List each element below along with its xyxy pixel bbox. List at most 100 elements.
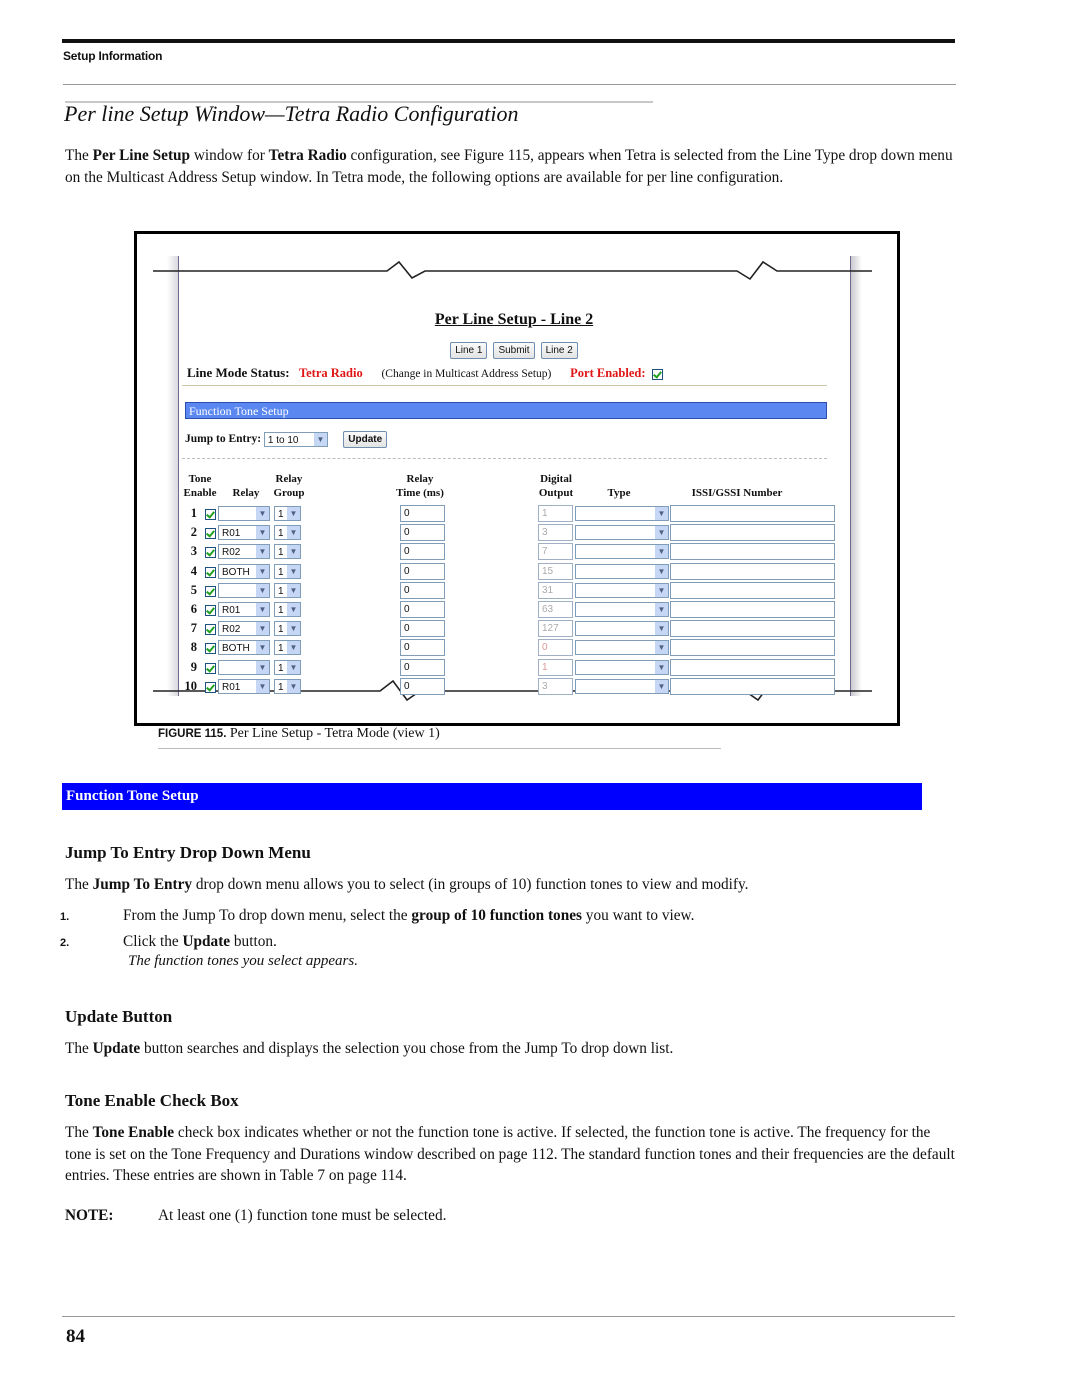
relay-group-select[interactable]: 1 ▼: [274, 678, 301, 694]
table-row: 2 R01 ▼ 1 ▼ 0 3 ▼: [180, 524, 840, 543]
tone-enable-checkbox[interactable]: [205, 605, 216, 616]
line-mode-label: Line Mode Status:: [187, 365, 290, 380]
tone-enable-checkbox[interactable]: [205, 662, 216, 674]
relay-time-input[interactable]: 0: [400, 601, 445, 618]
relay-group-select[interactable]: 1 ▼: [274, 525, 301, 541]
relay-select[interactable]: BOTH ▼: [218, 563, 270, 579]
chevron-down-icon: ▼: [256, 679, 269, 693]
type-select[interactable]: ▼: [575, 659, 669, 675]
tone-enable-checkbox[interactable]: [205, 547, 216, 559]
col-digital-output: Digital Output: [538, 473, 574, 499]
table-row: 9 ▼ 1 ▼ 0 1 ▼: [180, 658, 840, 678]
digital-output-input[interactable]: 31: [538, 581, 573, 599]
chevron-down-icon: ▼: [287, 545, 300, 559]
line1-button[interactable]: Line 1: [450, 342, 488, 359]
type-select[interactable]: ▼: [575, 602, 669, 617]
table-row: 6 R01 ▼ 1 ▼ 0 63 ▼: [180, 601, 840, 620]
col-relay-time: Relay Time (ms): [396, 473, 444, 499]
issi-gssi-input[interactable]: [670, 677, 835, 695]
port-enabled-checkbox[interactable]: [651, 368, 663, 380]
line2-button[interactable]: Line 2: [540, 342, 578, 359]
figure-caption: FIGURE 115. Per Line Setup - Tetra Mode …: [158, 726, 440, 741]
break-line-top: [153, 260, 872, 281]
jump-to-entry-row: Jump to Entry: 1 to 10 ▼ Update: [185, 431, 388, 448]
relay-group-select[interactable]: 1 ▼: [274, 582, 301, 598]
chevron-down-icon: ▼: [655, 564, 668, 578]
digital-output-input[interactable]: 1: [538, 505, 573, 522]
digital-output-input[interactable]: 3: [538, 677, 573, 695]
relay-select[interactable]: R01 ▼: [218, 602, 270, 617]
relay-group-select[interactable]: 1 ▼: [274, 640, 301, 656]
submit-button[interactable]: Submit: [493, 342, 535, 359]
relay-time-input[interactable]: 0: [400, 620, 445, 638]
relay-time-input[interactable]: 0: [400, 543, 445, 561]
chevron-down-icon: ▼: [256, 583, 269, 597]
type-select[interactable]: ▼: [575, 544, 669, 560]
issi-gssi-input[interactable]: [670, 639, 835, 657]
relay-time-input[interactable]: 0: [400, 677, 445, 695]
row-number: 3: [190, 544, 197, 559]
relay-select[interactable]: R01 ▼: [218, 678, 270, 694]
relay-select[interactable]: BOTH ▼: [218, 640, 270, 656]
digital-output-input[interactable]: 15: [538, 562, 573, 580]
type-select[interactable]: ▼: [575, 506, 669, 521]
type-select[interactable]: ▼: [575, 621, 669, 637]
jump-to-entry-select[interactable]: 1 to 10 ▼: [263, 431, 328, 447]
issi-gssi-input[interactable]: [670, 658, 835, 676]
chevron-down-icon: ▼: [256, 545, 269, 559]
relay-group-select[interactable]: 1 ▼: [274, 602, 301, 617]
relay-time-input[interactable]: 0: [400, 524, 445, 542]
chevron-down-icon: ▼: [256, 507, 269, 520]
issi-gssi-input[interactable]: [670, 601, 835, 618]
tone-enable-checkbox[interactable]: [205, 509, 216, 520]
tone-enable-checkbox[interactable]: [205, 528, 216, 540]
issi-gssi-input[interactable]: [670, 524, 835, 542]
relay-select[interactable]: R02 ▼: [218, 544, 270, 560]
type-select[interactable]: ▼: [575, 640, 669, 656]
change-note: (Change in Multicast Address Setup): [381, 368, 552, 380]
relay-time-input[interactable]: 0: [400, 581, 445, 599]
type-select[interactable]: ▼: [575, 525, 669, 541]
type-select[interactable]: ▼: [575, 563, 669, 579]
tone-enable-checkbox[interactable]: [205, 681, 216, 693]
relay-group-select[interactable]: 1 ▼: [274, 563, 301, 579]
type-select[interactable]: ▼: [575, 582, 669, 598]
tone-enable-checkbox[interactable]: [205, 624, 216, 636]
relay-select[interactable]: ▼: [218, 582, 270, 598]
chevron-down-icon: ▼: [287, 507, 300, 520]
chevron-down-icon: ▼: [256, 526, 269, 540]
relay-select[interactable]: ▼: [218, 506, 270, 521]
issi-gssi-input[interactable]: [670, 562, 835, 580]
tone-enable-paragraph: The Tone Enable check box indicates whet…: [65, 1124, 955, 1184]
digital-output-input[interactable]: 1: [538, 658, 573, 676]
issi-gssi-input[interactable]: [670, 620, 835, 638]
digital-output-input[interactable]: 3: [538, 524, 573, 542]
tone-enable-checkbox[interactable]: [205, 566, 216, 578]
relay-time-input[interactable]: 0: [400, 639, 445, 657]
relay-time-input[interactable]: 0: [400, 505, 445, 522]
running-head: Setup Information: [63, 49, 163, 63]
digital-output-input[interactable]: 7: [538, 543, 573, 561]
digital-output-input[interactable]: 127: [538, 620, 573, 638]
relay-group-select[interactable]: 1 ▼: [274, 506, 301, 521]
relay-group-select[interactable]: 1 ▼: [274, 544, 301, 560]
relay-time-input[interactable]: 0: [400, 562, 445, 580]
type-select[interactable]: ▼: [575, 678, 669, 694]
relay-select[interactable]: R02 ▼: [218, 621, 270, 637]
chevron-down-icon: ▼: [287, 583, 300, 597]
relay-select[interactable]: R01 ▼: [218, 525, 270, 541]
issi-gssi-input[interactable]: [670, 505, 835, 522]
status-divider: [182, 385, 827, 386]
tone-enable-checkbox[interactable]: [205, 643, 216, 655]
digital-output-input[interactable]: 0: [538, 639, 573, 657]
relay-time-input[interactable]: 0: [400, 658, 445, 676]
update-button[interactable]: Update: [343, 431, 388, 448]
relay-group-select[interactable]: 1 ▼: [274, 621, 301, 637]
tone-enable-checkbox[interactable]: [205, 585, 216, 597]
digital-output-input[interactable]: 63: [538, 601, 573, 618]
issi-gssi-input[interactable]: [670, 581, 835, 599]
relay-select[interactable]: ▼: [218, 659, 270, 675]
issi-gssi-input[interactable]: [670, 543, 835, 561]
chevron-down-icon: ▼: [287, 679, 300, 693]
relay-group-select[interactable]: 1 ▼: [274, 659, 301, 675]
